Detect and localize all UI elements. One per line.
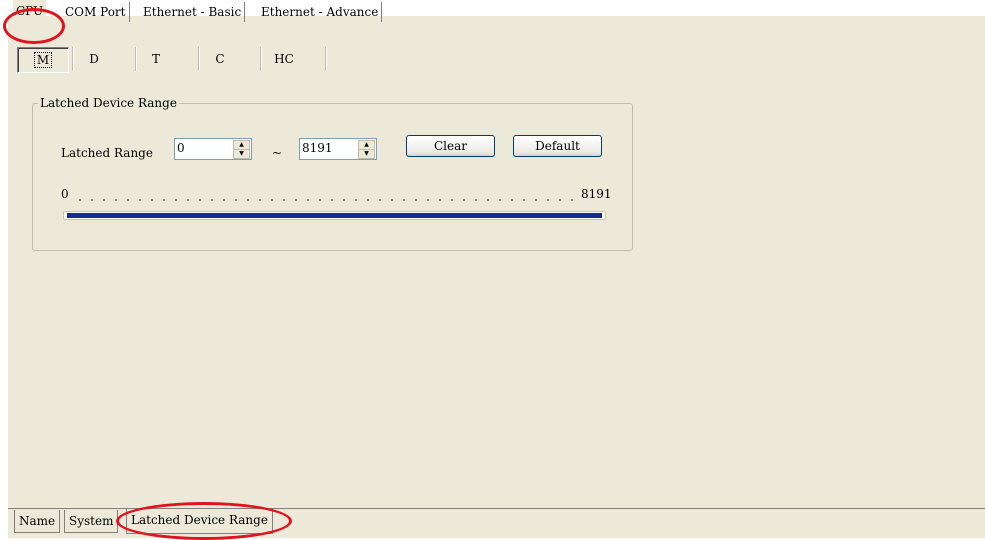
spin-down-icon[interactable]: ▼	[358, 149, 375, 159]
range-start-input[interactable]	[177, 140, 229, 156]
subtab-divider	[135, 47, 137, 71]
group-title: Latched Device Range	[38, 95, 179, 111]
subtab-t[interactable]: T	[140, 47, 172, 71]
subtab-d[interactable]: D	[78, 47, 110, 71]
tab-latched-device-range[interactable]: Latched Device Range	[126, 509, 273, 534]
tab-system[interactable]: System	[64, 510, 119, 533]
tab-com-port[interactable]: COM Port	[62, 2, 130, 22]
tab-ethernet-advance[interactable]: Ethernet - Advance	[258, 2, 383, 22]
tab-name[interactable]: Name	[14, 510, 61, 533]
range-end-input[interactable]	[302, 140, 354, 156]
range-slider[interactable]	[63, 211, 606, 220]
slider-max-label: 8191	[581, 187, 612, 201]
subtab-m-label: M	[33, 52, 53, 68]
latched-device-range-group	[32, 103, 633, 251]
subtab-divider	[260, 47, 262, 71]
subtab-divider	[198, 47, 200, 71]
subtab-c[interactable]: C	[204, 47, 236, 71]
range-slider-fill	[67, 213, 602, 218]
tab-ethernet-basic[interactable]: Ethernet - Basic	[140, 2, 246, 22]
tab-cpu[interactable]: CPU	[13, 0, 47, 22]
subtab-hc[interactable]: HC	[264, 47, 304, 71]
subtab-divider	[72, 47, 74, 71]
range-start-spinner[interactable]: ▲ ▼	[174, 138, 252, 160]
slider-ticks	[74, 198, 578, 202]
slider-min-label: 0	[61, 187, 69, 201]
range-end-spinner[interactable]: ▲ ▼	[299, 138, 377, 160]
spin-down-icon[interactable]: ▼	[233, 149, 250, 159]
latched-range-label: Latched Range	[61, 146, 153, 160]
subtab-divider	[325, 47, 327, 71]
subtab-m[interactable]: M	[17, 47, 69, 73]
default-button[interactable]: Default	[513, 135, 602, 157]
clear-button[interactable]: Clear	[406, 135, 495, 157]
range-separator: ~	[272, 146, 283, 160]
